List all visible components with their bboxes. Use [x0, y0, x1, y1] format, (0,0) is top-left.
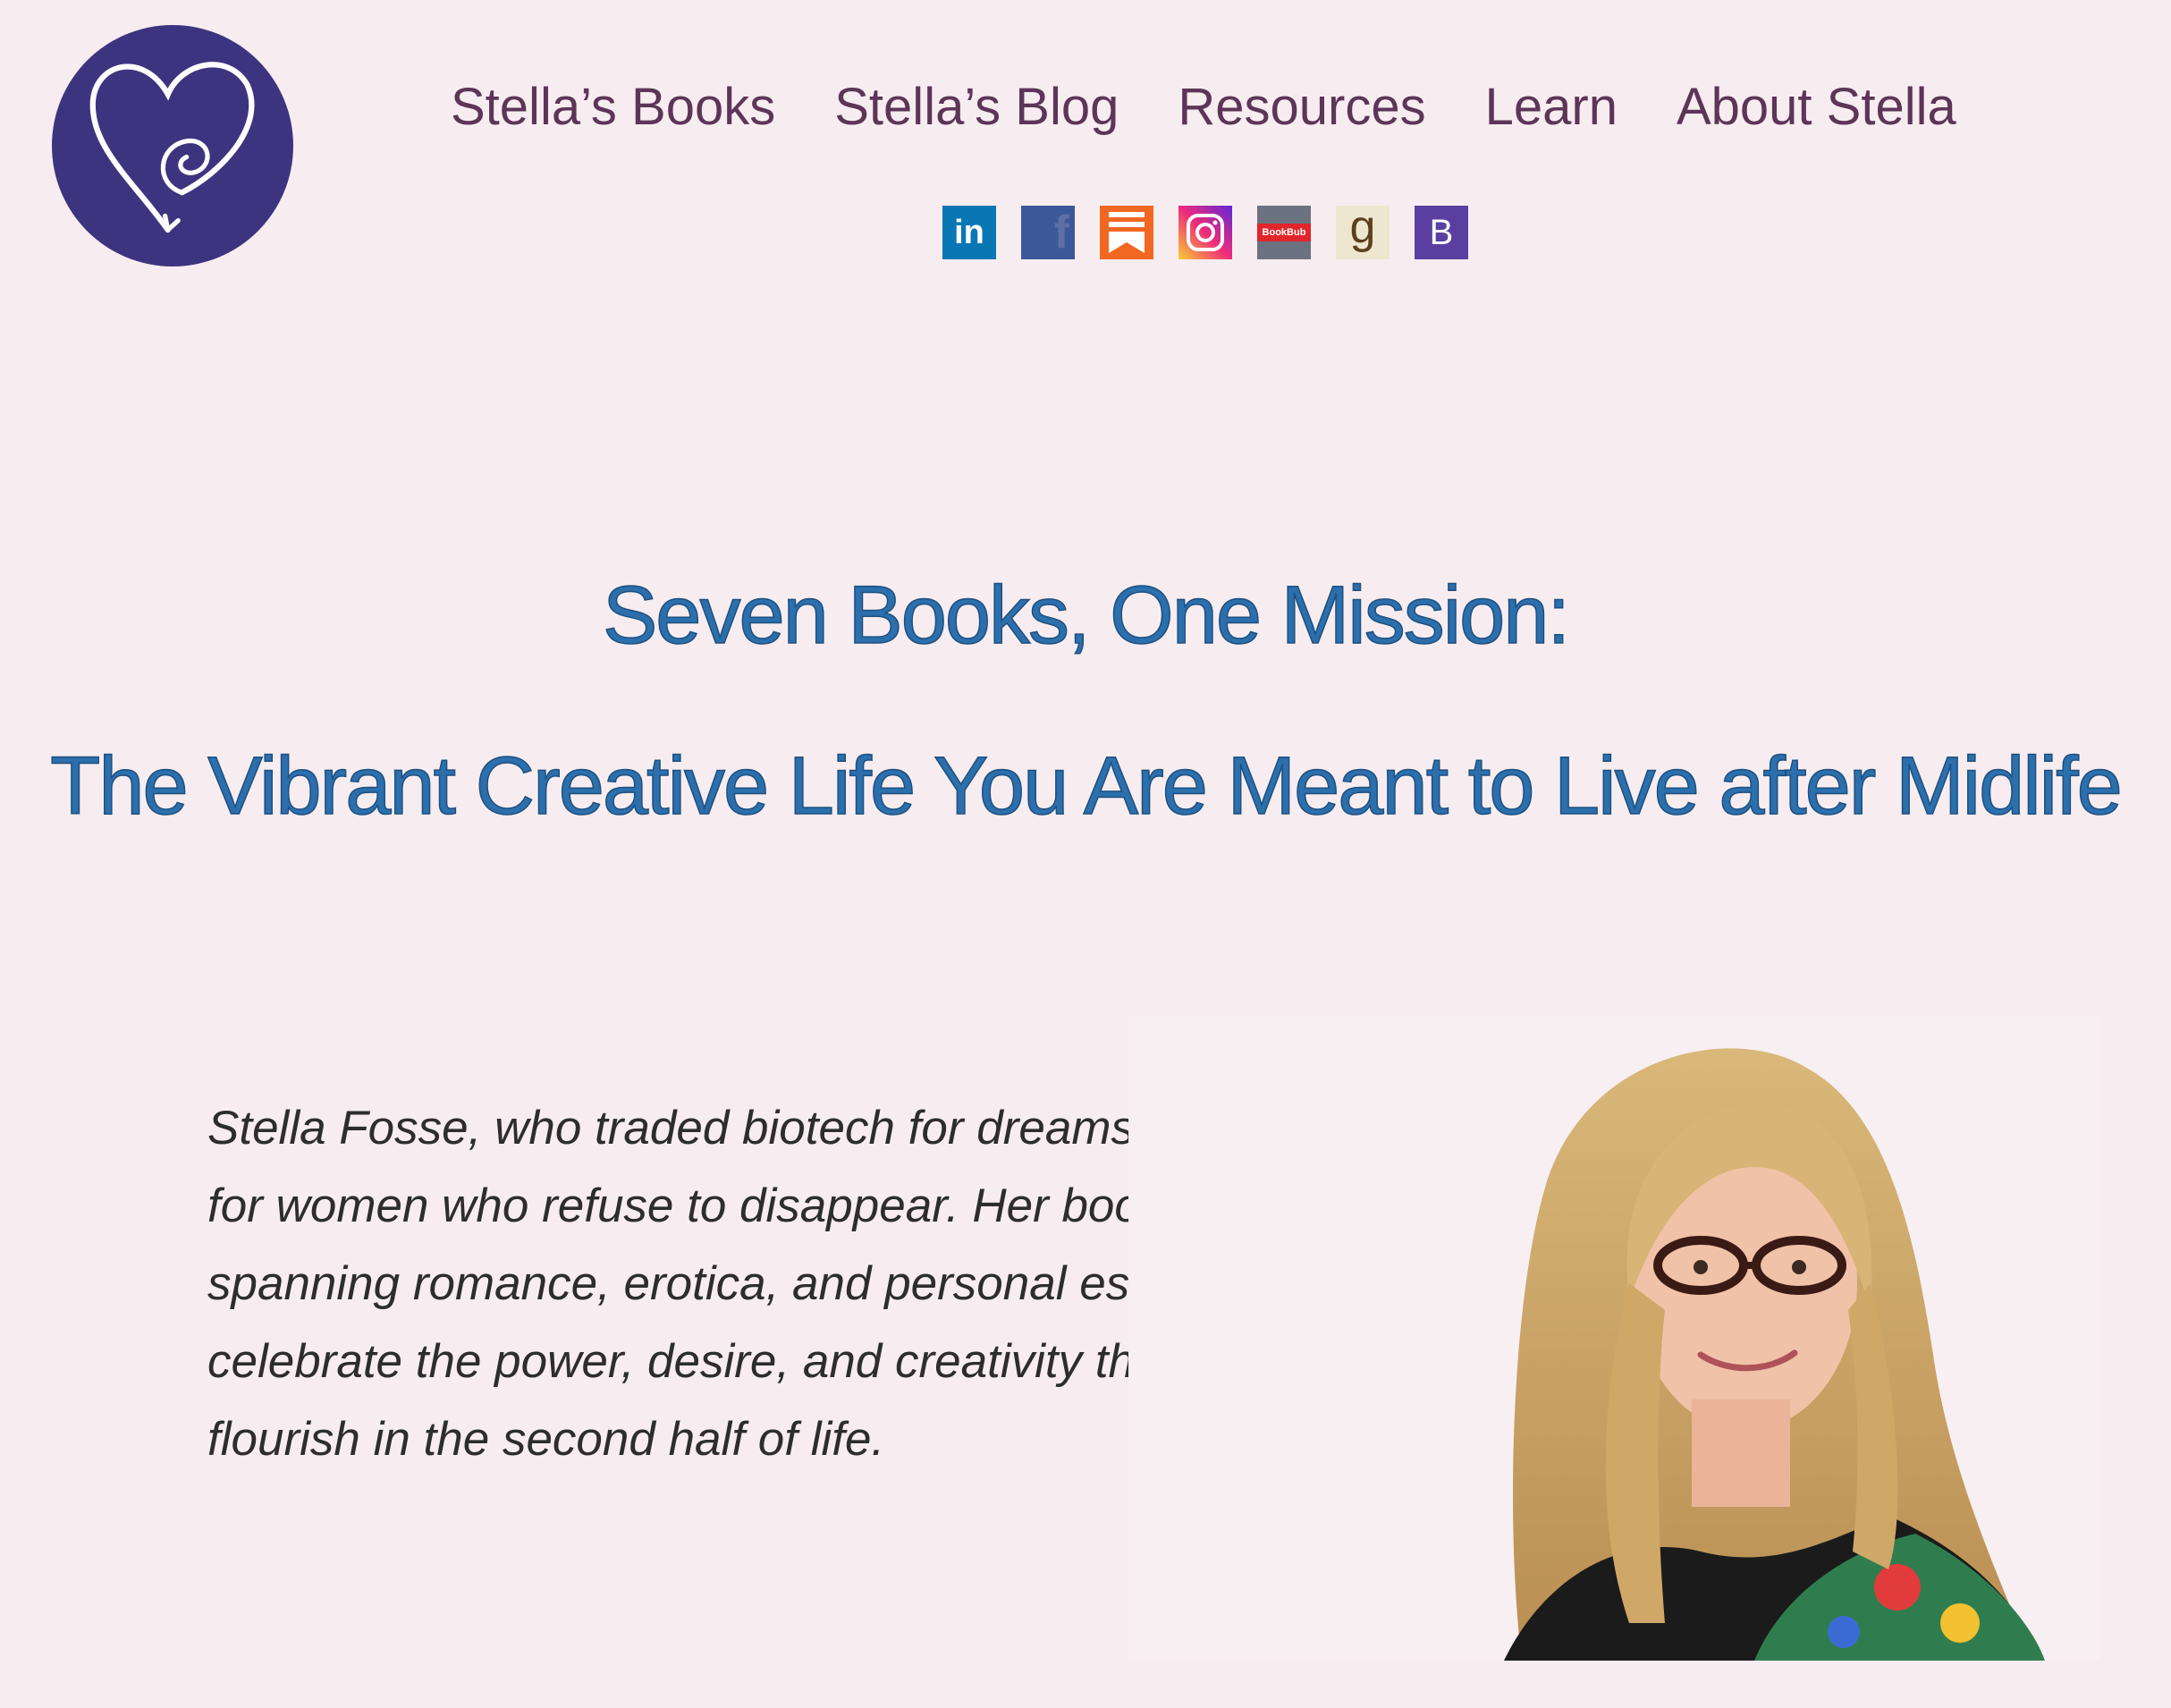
author-photo	[1128, 1015, 2099, 1661]
hero-title: Seven Books, One Mission:	[602, 569, 1571, 662]
substack-icon[interactable]	[1100, 206, 1153, 259]
facebook-icon[interactable]: f	[1021, 206, 1075, 259]
goodreads-icon[interactable]: g	[1336, 206, 1390, 259]
nav-item-resources[interactable]: Resources	[1178, 70, 1425, 145]
instagram-icon[interactable]	[1178, 206, 1232, 259]
site-logo[interactable]	[52, 25, 293, 266]
hero-subtitle: The Vibrant Creative Life You Are Meant …	[49, 740, 2123, 832]
author-portrait-image	[1504, 1048, 2045, 1661]
nav-item-learn[interactable]: Learn	[1485, 70, 1618, 145]
nav-item-about[interactable]: About Stella	[1677, 70, 1956, 145]
social-links: in f BookBub g B	[942, 206, 1468, 259]
linkedin-icon[interactable]: in	[942, 206, 996, 259]
bookshop-icon[interactable]: B	[1415, 206, 1468, 259]
heart-logo-icon	[89, 62, 255, 233]
nav-item-books[interactable]: Stella’s Books	[451, 70, 775, 145]
bookbub-icon[interactable]: BookBub	[1257, 206, 1311, 259]
nav-item-blog[interactable]: Stella’s Blog	[834, 70, 1119, 145]
